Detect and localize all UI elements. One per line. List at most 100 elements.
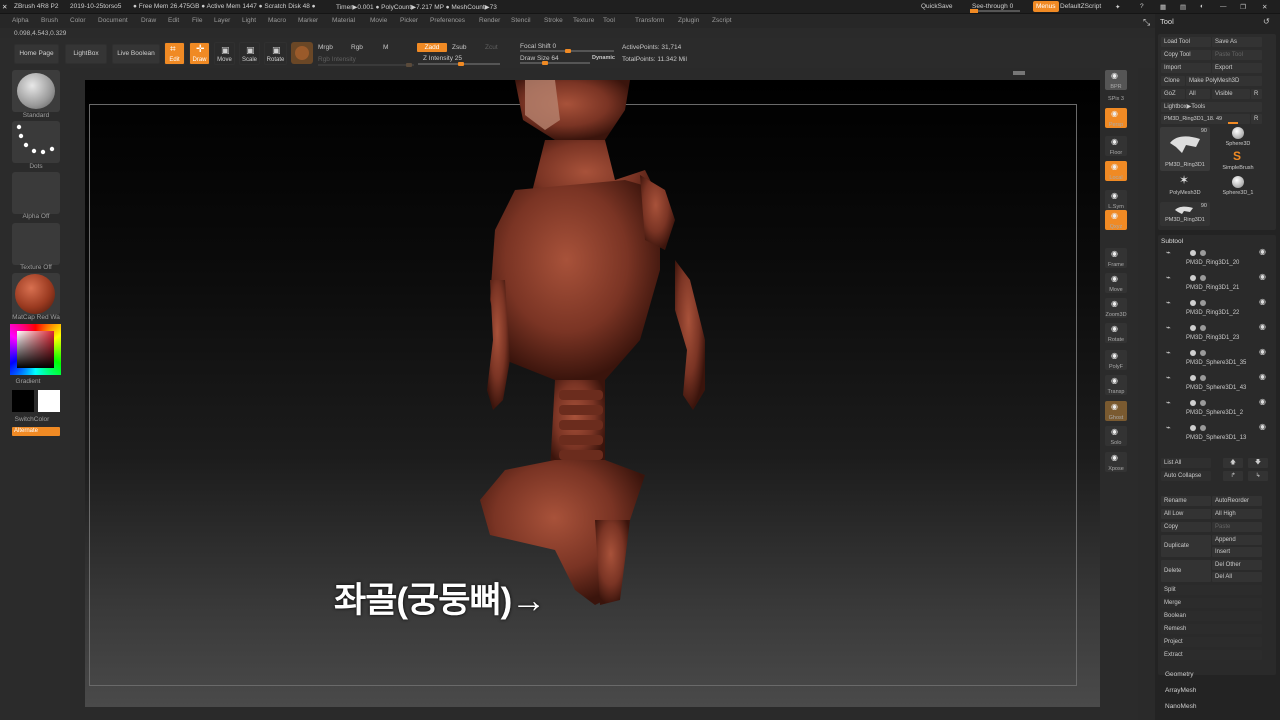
copy-tool-button[interactable]: Copy Tool xyxy=(1161,50,1211,60)
goz-all-button[interactable]: All xyxy=(1186,89,1210,99)
toolbar-scroll-handle[interactable] xyxy=(1013,71,1025,75)
eye-visibility-icon[interactable]: ◉ xyxy=(1259,422,1266,431)
tool-thumb-polymesh3d[interactable]: ✶ PolyMesh3D xyxy=(1160,173,1210,198)
save-as-button[interactable]: Save As xyxy=(1212,37,1262,47)
tool-thumb-simplebrush[interactable]: S SimpleBrush xyxy=(1213,149,1263,173)
goz-button[interactable]: GoZ xyxy=(1161,89,1185,99)
menu-edit[interactable]: Edit xyxy=(168,17,179,24)
all-high-button[interactable]: All High xyxy=(1212,509,1262,519)
mrgb-button[interactable]: Mrgb xyxy=(318,44,333,51)
live-boolean-button[interactable]: Live Boolean xyxy=(112,44,160,64)
eye-visibility-icon[interactable]: ◉ xyxy=(1259,322,1266,331)
mrgb-toggle-icon[interactable] xyxy=(1200,275,1206,281)
menu-layer[interactable]: Layer xyxy=(214,17,230,24)
dynamic-button[interactable]: Dynamic xyxy=(592,55,615,61)
autoreorder-button[interactable]: AutoReorder xyxy=(1212,496,1262,506)
menu-file[interactable]: File xyxy=(192,17,202,24)
subtool-title[interactable]: Subtool xyxy=(1161,238,1183,245)
menu-transform[interactable]: Transform xyxy=(635,17,664,24)
rgb-intensity-track[interactable] xyxy=(318,63,414,67)
subtool-row[interactable]: ⌁ ◉ PM3D_Ring3D1_22 xyxy=(1164,297,1276,322)
subtool-row[interactable]: ⌁ ◉ PM3D_Sphere3D1_2 xyxy=(1164,397,1276,422)
maximize-icon[interactable]: ❐ xyxy=(1240,3,1246,11)
subtool-row[interactable]: ⌁ ◉ PM3D_Sphere3D1_43 xyxy=(1164,372,1276,397)
menu-preferences[interactable]: Preferences xyxy=(430,17,465,24)
subtool-row[interactable]: ⌁ ◉ PM3D_Ring3D1_21 xyxy=(1164,272,1276,297)
menu-alpha[interactable]: Alpha xyxy=(12,17,29,24)
menu-zscript[interactable]: Zscript xyxy=(712,17,732,24)
zsub-button[interactable]: Zsub xyxy=(452,44,466,51)
project-section[interactable]: Project xyxy=(1161,637,1262,647)
stroke-thumbnail[interactable] xyxy=(12,121,60,163)
goz-r-button[interactable]: R xyxy=(1251,89,1262,99)
see-through-slider[interactable]: See-through 0 xyxy=(972,3,1013,10)
texture-thumbnail[interactable] xyxy=(12,223,60,265)
polypaint-toggle-icon[interactable] xyxy=(1190,250,1196,256)
eye-visibility-icon[interactable]: ◉ xyxy=(1259,297,1266,306)
polypaint-toggle-icon[interactable] xyxy=(1190,375,1196,381)
draw-size-track[interactable] xyxy=(520,61,590,65)
arrow-down-icon[interactable]: ↳ xyxy=(1248,471,1268,481)
tool-r-button[interactable]: R xyxy=(1251,114,1262,124)
del-all-button[interactable]: Del All xyxy=(1212,572,1262,582)
mrgb-toggle-icon[interactable] xyxy=(1200,375,1206,381)
eye-visibility-icon[interactable]: ◉ xyxy=(1259,272,1266,281)
see-through-track[interactable] xyxy=(970,9,1020,13)
z-intensity-track[interactable] xyxy=(418,62,500,66)
boolean-section[interactable]: Boolean xyxy=(1161,611,1262,621)
alpha-thumbnail[interactable] xyxy=(12,172,60,214)
polypaint-toggle-icon[interactable] xyxy=(1190,300,1196,306)
lightbox-button[interactable]: LightBox xyxy=(65,44,107,64)
menu-movie[interactable]: Movie xyxy=(370,17,387,24)
import-button[interactable]: Import xyxy=(1161,63,1211,73)
primary-color-swatch[interactable] xyxy=(38,390,60,412)
tool-thumb-ring3d1[interactable]: 90 PM3D_Ring3D1 xyxy=(1160,127,1210,171)
del-other-button[interactable]: Del Other xyxy=(1212,560,1262,570)
layout-icon[interactable]: ▦ xyxy=(1160,3,1166,11)
merge-section[interactable]: Merge xyxy=(1161,598,1262,608)
theme-icon[interactable]: ◐ xyxy=(1200,3,1204,10)
eye-visibility-icon[interactable]: ◉ xyxy=(1259,247,1266,256)
scale-mode-button[interactable]: ▣ Scale xyxy=(239,42,260,65)
switch-color-button[interactable]: SwitchColor xyxy=(0,416,64,423)
menu-marker[interactable]: Marker xyxy=(298,17,318,24)
arrow-right-icon[interactable]: ↱ xyxy=(1223,471,1243,481)
help-icon[interactable]: ✦ xyxy=(1115,3,1120,11)
z-intensity-slider[interactable]: Z Intensity 25 xyxy=(423,55,462,62)
menu-stencil[interactable]: Stencil xyxy=(511,17,531,24)
insert-button[interactable]: Insert xyxy=(1212,547,1262,557)
subtool-row[interactable]: ⌁ ◉ PM3D_Ring3D1_20 xyxy=(1164,247,1276,272)
tool-thumb-sphere3d[interactable]: Sphere3D xyxy=(1213,127,1263,149)
alternate-button[interactable]: Alternate xyxy=(12,427,60,436)
menu-render[interactable]: Render xyxy=(479,17,500,24)
mrgb-toggle-icon[interactable] xyxy=(1200,400,1206,406)
mrgb-toggle-icon[interactable] xyxy=(1200,300,1206,306)
delete-button[interactable]: Delete xyxy=(1161,560,1211,582)
lightbox-tools-button[interactable]: Lightbox▶Tools xyxy=(1161,102,1262,112)
tool-title[interactable]: Tool xyxy=(1160,17,1174,26)
menus-button[interactable]: Menus xyxy=(1033,1,1059,12)
subtool-row[interactable]: ⌁ ◉ PM3D_Ring3D1_23 xyxy=(1164,322,1276,347)
polypaint-toggle-icon[interactable] xyxy=(1190,425,1196,431)
auto-collapse-button[interactable]: Auto Collapse xyxy=(1161,471,1211,481)
menu-texture[interactable]: Texture xyxy=(573,17,594,24)
swatch-icon[interactable]: ▤ xyxy=(1180,3,1186,11)
paste-tool-button[interactable]: Paste Tool xyxy=(1212,50,1262,60)
palette-pin-icon[interactable]: ⤡ xyxy=(1143,17,1150,28)
nanomesh-palette[interactable]: NanoMesh xyxy=(1165,703,1196,710)
subtool-row[interactable]: ⌁ ◉ PM3D_Sphere3D1_13 xyxy=(1164,422,1276,447)
secondary-color-swatch[interactable] xyxy=(12,390,34,412)
copy-subtool-button[interactable]: Copy xyxy=(1161,522,1211,532)
mrgb-toggle-icon[interactable] xyxy=(1200,350,1206,356)
quicksave-button[interactable]: QuickSave xyxy=(921,3,952,10)
menu-color[interactable]: Color xyxy=(70,17,86,24)
eye-visibility-icon[interactable]: ◉ xyxy=(1259,347,1266,356)
clone-button[interactable]: Clone xyxy=(1161,76,1185,86)
edit-mode-button[interactable]: ⌗ Edit xyxy=(164,42,185,65)
menu-picker[interactable]: Picker xyxy=(400,17,418,24)
move-up-icon[interactable]: 🡅 xyxy=(1223,458,1243,468)
rgb-button[interactable]: Rgb xyxy=(351,44,363,51)
load-tool-button[interactable]: Load Tool xyxy=(1161,37,1211,47)
menu-tool[interactable]: Tool xyxy=(603,17,615,24)
material-swatch[interactable] xyxy=(291,42,313,64)
